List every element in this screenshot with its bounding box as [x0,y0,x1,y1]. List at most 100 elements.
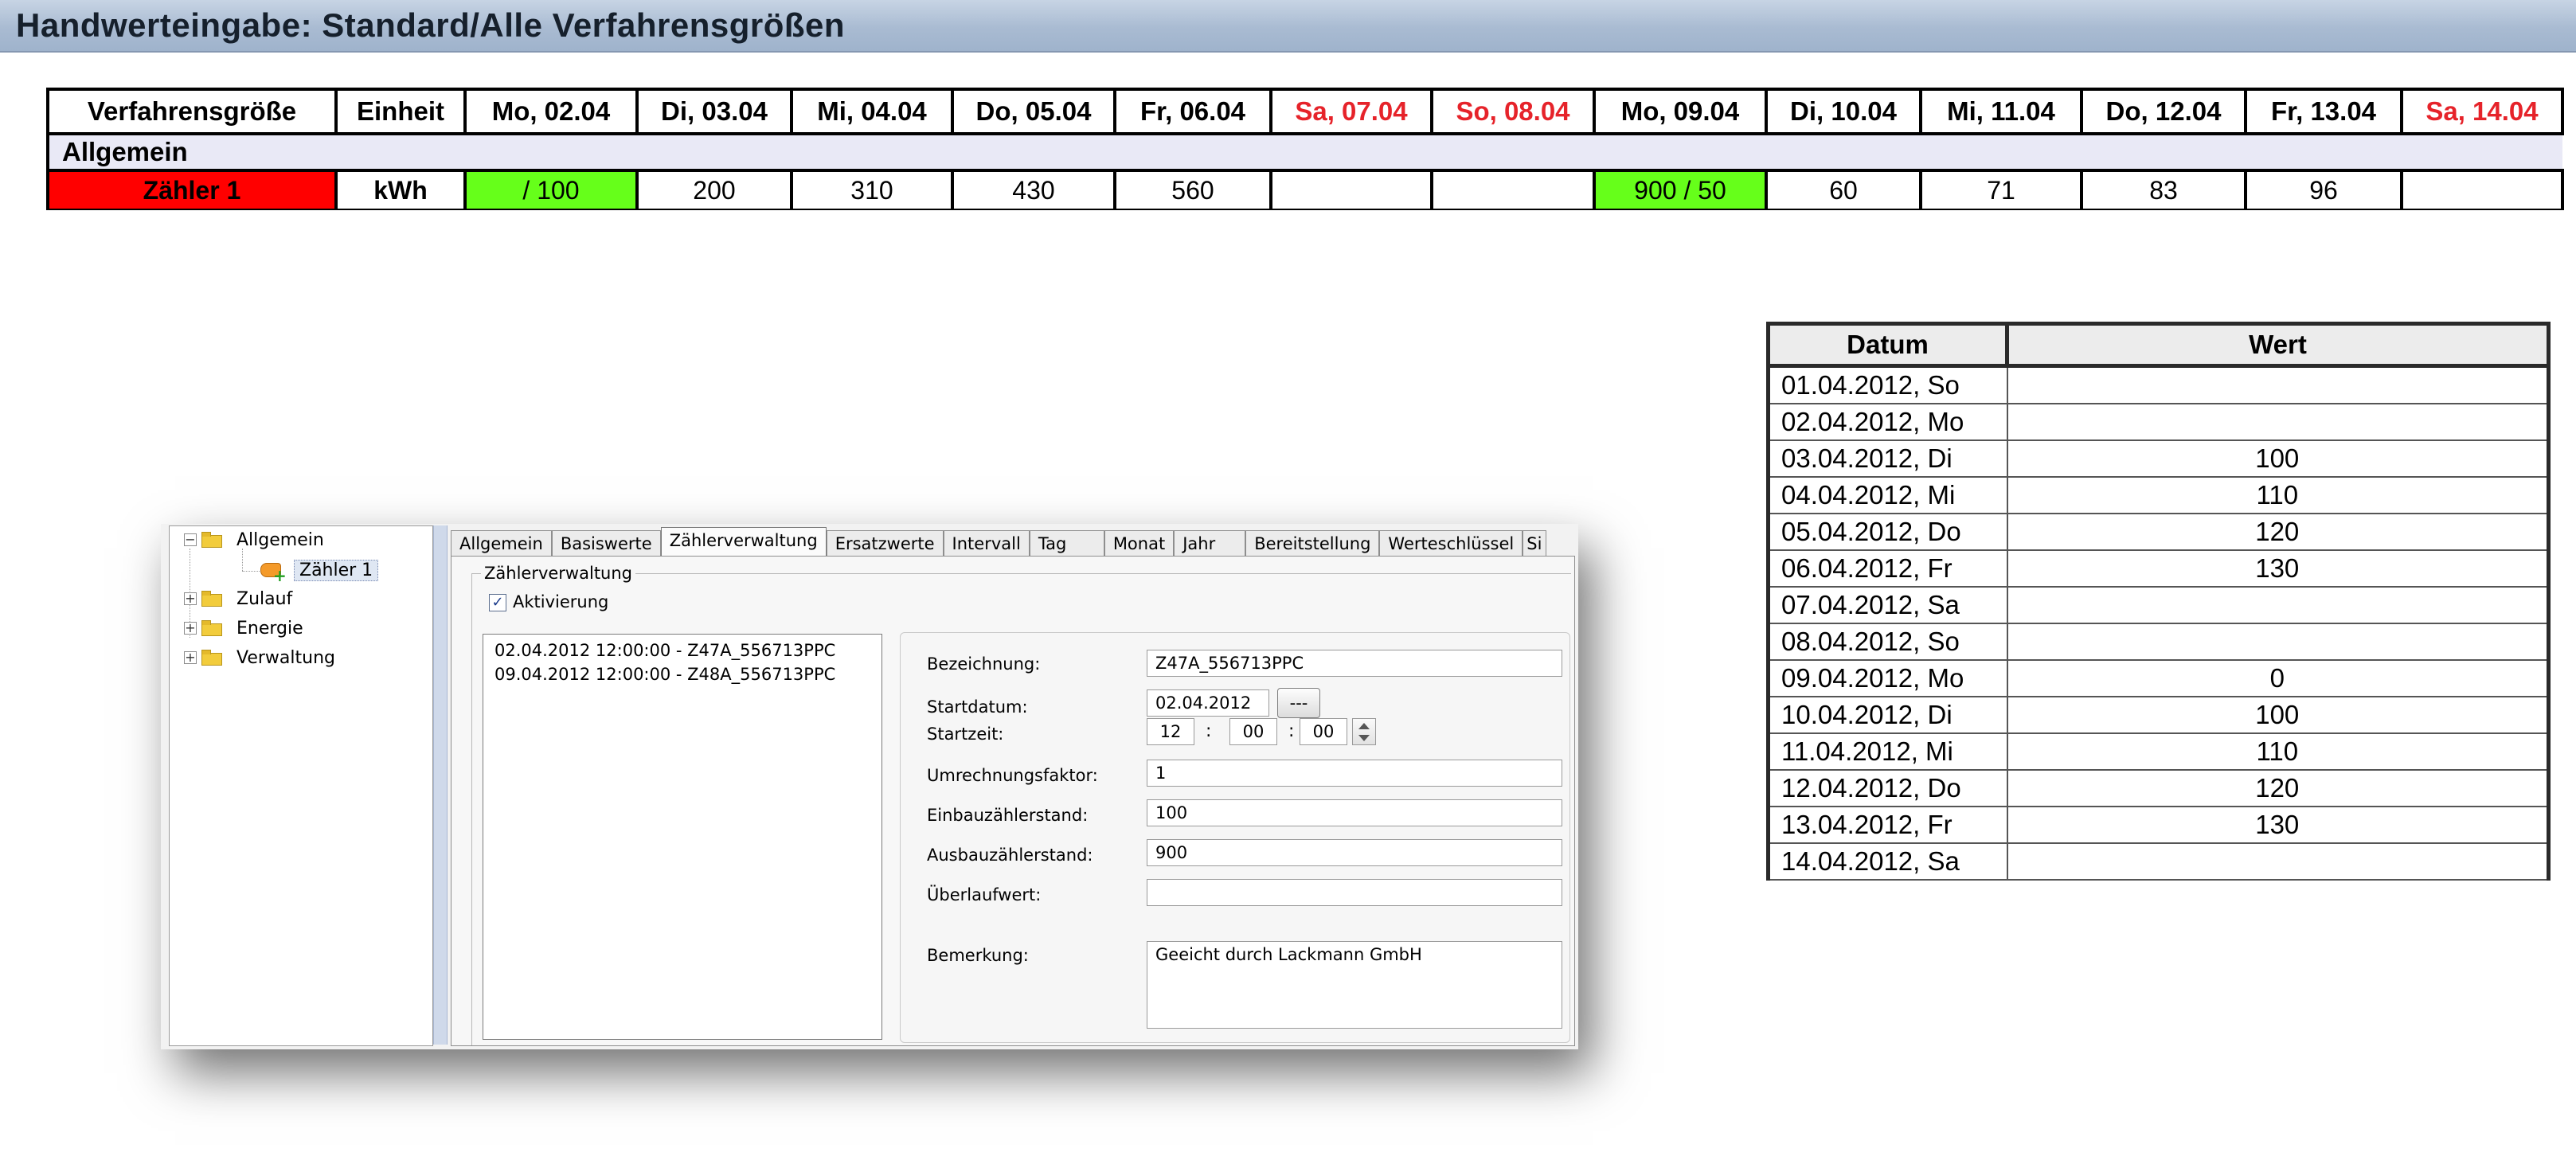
value-cell[interactable]: / 100 [463,169,639,212]
group-title: Zählerverwaltung [481,564,635,583]
value-cell[interactable]: 310 [790,169,954,212]
hour-field[interactable]: 12 [1147,718,1194,745]
value-cell[interactable]: 110 [2006,732,2551,771]
bezeichnung-field[interactable]: Z47A_556713PPC [1147,650,1562,677]
date-cell: 01.04.2012, So [1766,365,2008,404]
folder-icon [201,532,222,548]
value-cell[interactable]: 110 [2006,476,2551,514]
col-header[interactable]: Fr, 06.04 [1113,88,1272,135]
col-header[interactable]: Einheit [334,88,467,135]
ueberlauf-field[interactable] [1147,879,1562,906]
col-header[interactable]: Do, 05.04 [951,88,1116,135]
value-cell[interactable]: 60 [1765,169,1922,212]
expand-icon[interactable]: + [184,651,197,664]
value-cell[interactable] [2006,365,2551,404]
col-header[interactable]: Verfahrensgröße [46,88,338,135]
col-header-weekend[interactable]: Sa, 07.04 [1269,88,1433,135]
date-cell: 04.04.2012, Mi [1766,476,2008,514]
value-cell[interactable]: 130 [2006,549,2551,588]
list-item[interactable]: 02.04.2012 12:00:00 - Z47A_556713PPC [494,641,835,660]
pane-splitter[interactable] [433,525,448,1045]
value-cell[interactable]: 0 [2006,659,2551,697]
tab-overflow[interactable]: Si [1523,530,1547,556]
col-header-weekend[interactable]: So, 08.04 [1430,88,1596,135]
second-field[interactable]: 00 [1300,718,1347,745]
page-title: Handwerteingabe: Standard/Alle Verfahren… [16,6,846,44]
col-header-weekend[interactable]: Sa, 14.04 [2400,88,2564,135]
tree-node-energie[interactable]: + Energie [184,616,303,640]
row-name-cell[interactable]: Zähler 1 [46,169,338,212]
tab-ersatzwerte[interactable]: Ersatzwerte [826,530,944,556]
value-cell[interactable]: 120 [2006,769,2551,807]
value-cell[interactable]: 120 [2006,513,2551,551]
minute-field[interactable]: 00 [1229,718,1277,745]
folder-icon [201,650,222,666]
value-cell[interactable] [2006,623,2551,661]
activation-checkbox[interactable]: ✓ [489,594,506,611]
col-header[interactable]: Fr, 13.04 [2244,88,2403,135]
tab-intervall[interactable]: Intervall [943,530,1030,556]
value-cell[interactable]: 100 [2006,439,2551,478]
einbau-label: Einbauzählerstand: [927,806,1089,825]
col-header[interactable]: Mo, 02.04 [463,88,639,135]
date-cell: 10.04.2012, Di [1766,696,2008,734]
tab-tag[interactable]: Tag [1029,530,1104,556]
value-cell[interactable] [1269,169,1433,212]
value-cell[interactable]: 100 [2006,696,2551,734]
col-header[interactable]: Di, 03.04 [635,88,793,135]
expand-icon[interactable]: + [184,622,197,635]
tree-node-zulauf[interactable]: + Zulauf [184,587,292,611]
meter-list[interactable]: 02.04.2012 12:00:00 - Z47A_556713PPC 09.… [483,634,882,1040]
value-cell[interactable] [2006,586,2551,624]
grid-header-row: Verfahrensgröße Einheit Mo, 02.04 Di, 03… [46,88,2564,135]
time-spinner[interactable] [1352,718,1376,745]
value-cell[interactable]: 130 [2006,806,2551,844]
col-header[interactable]: Di, 10.04 [1765,88,1922,135]
date-cell: 05.04.2012, Do [1766,513,2008,551]
value-cell[interactable]: 71 [1919,169,2083,212]
tab-monat[interactable]: Monat [1104,530,1175,556]
tree-node-verwaltung[interactable]: + Verwaltung [184,646,335,670]
value-cell[interactable]: 83 [2080,169,2247,212]
expand-icon[interactable]: + [184,592,197,605]
table-row: 07.04.2012, Sa [1766,586,2551,624]
table-row: 14.04.2012, Sa [1766,842,2551,881]
date-picker-button[interactable]: --- [1277,688,1320,718]
values-grid: Verfahrensgröße Einheit Mo, 02.04 Di, 03… [46,88,2564,212]
bemerkung-textarea[interactable]: Geeicht durch Lackmann GmbH [1147,941,1562,1029]
page-header: Handwerteingabe: Standard/Alle Verfahren… [0,0,2576,53]
startdatum-field[interactable]: 02.04.2012 [1147,689,1269,717]
value-cell[interactable] [1430,169,1596,212]
tab-bereitstellung[interactable]: Bereitstellung [1245,530,1380,556]
spin-up-icon[interactable] [1358,723,1370,729]
tab-jahr[interactable]: Jahr [1174,530,1246,556]
value-cell[interactable]: 200 [635,169,793,212]
tree-node-zaehler-1[interactable]: Zähler 1 [259,558,379,584]
ausbau-field[interactable]: 900 [1147,839,1562,866]
umrechnungsfaktor-field[interactable]: 1 [1147,760,1562,787]
value-cell[interactable]: 96 [2244,169,2403,212]
col-header[interactable]: Mi, 11.04 [1919,88,2083,135]
value-cell[interactable] [2400,169,2564,212]
tab-werteschluessel[interactable]: Werteschlüssel [1379,530,1523,556]
value-cell[interactable]: 430 [951,169,1116,212]
daily-values-table: Datum Wert 01.04.2012, So 02.04.2012, Mo… [1766,322,2551,881]
tab-allgemein[interactable]: Allgemein [451,530,552,556]
value-cell[interactable]: 560 [1113,169,1272,212]
value-cell[interactable]: 900 / 50 [1593,169,1768,212]
tree-node-allgemein[interactable]: − Allgemein [184,528,324,552]
col-header[interactable]: Do, 12.04 [2080,88,2247,135]
value-cell[interactable] [2006,842,2551,881]
value-cell[interactable] [2006,403,2551,441]
col-header[interactable]: Mi, 04.04 [790,88,954,135]
table-row: 11.04.2012, Mi 110 [1766,732,2551,771]
col-header[interactable]: Mo, 09.04 [1593,88,1768,135]
collapse-icon[interactable]: − [184,533,197,546]
spin-down-icon[interactable] [1358,735,1370,741]
tab-zaehlerverwaltung[interactable]: Zählerverwaltung [660,527,827,556]
tab-basiswerte[interactable]: Basiswerte [551,530,661,556]
einbau-field[interactable]: 100 [1147,799,1562,826]
list-item[interactable]: 09.04.2012 12:00:00 - Z48A_556713PPC [494,665,835,684]
meter-settings-window: − Allgemein Zähler 1 + Zulauf + Energie … [161,524,1578,1049]
activation-label[interactable]: Aktivierung [513,592,608,611]
